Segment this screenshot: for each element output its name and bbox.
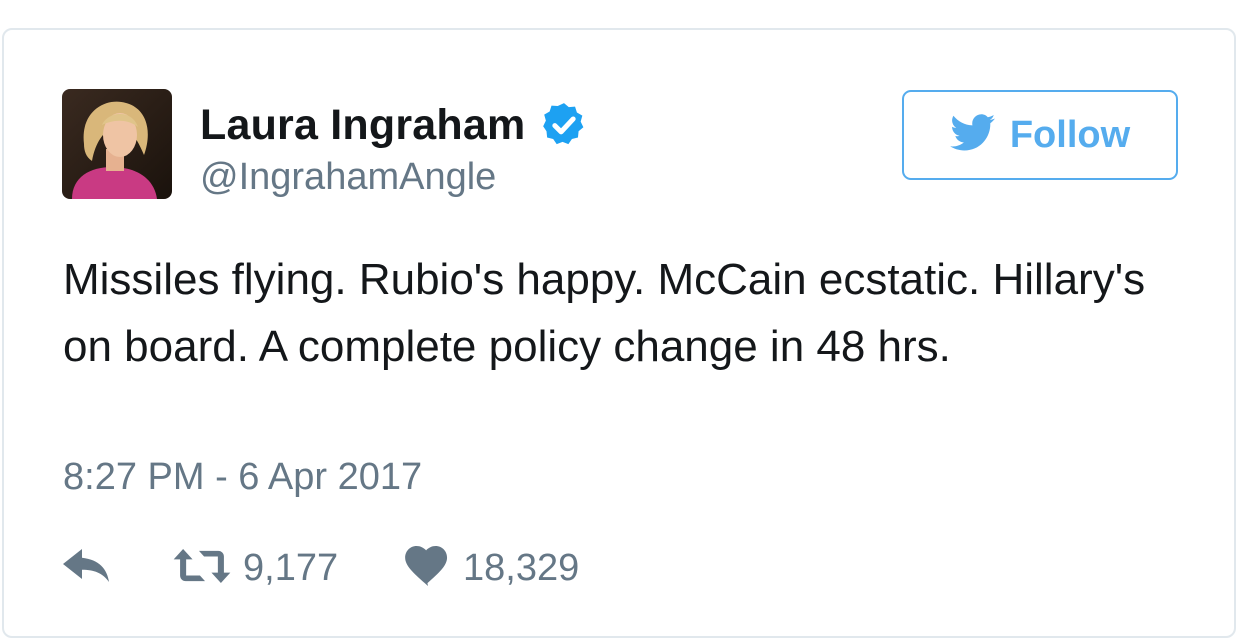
like-button[interactable]: 18,329: [405, 545, 580, 591]
like-count: 18,329: [463, 546, 580, 589]
follow-button[interactable]: Follow: [902, 90, 1178, 180]
tweet-text: Missiles flying. Rubio's happy. McCain e…: [63, 255, 1146, 371]
tweet-actions: 9,177 18,329: [63, 540, 579, 596]
follow-label: Follow: [1009, 113, 1131, 156]
author-name-row[interactable]: Laura Ingraham: [200, 98, 589, 152]
avatar[interactable]: [62, 89, 172, 199]
twitter-bird-icon: [950, 113, 996, 157]
author-name[interactable]: Laura Ingraham: [200, 101, 525, 150]
author-handle[interactable]: @IngrahamAngle: [200, 156, 496, 199]
reply-button[interactable]: [63, 548, 173, 588]
retweet-count: 9,177: [243, 546, 339, 589]
heart-icon: [405, 545, 451, 591]
retweet-icon: [173, 548, 231, 588]
tweet-timestamp[interactable]: 8:27 PM - 6 Apr 2017: [63, 456, 422, 499]
avatar-image: [62, 89, 172, 199]
verified-badge-icon: [539, 100, 589, 150]
retweet-button[interactable]: 9,177: [173, 547, 405, 590]
reply-icon: [63, 548, 111, 588]
